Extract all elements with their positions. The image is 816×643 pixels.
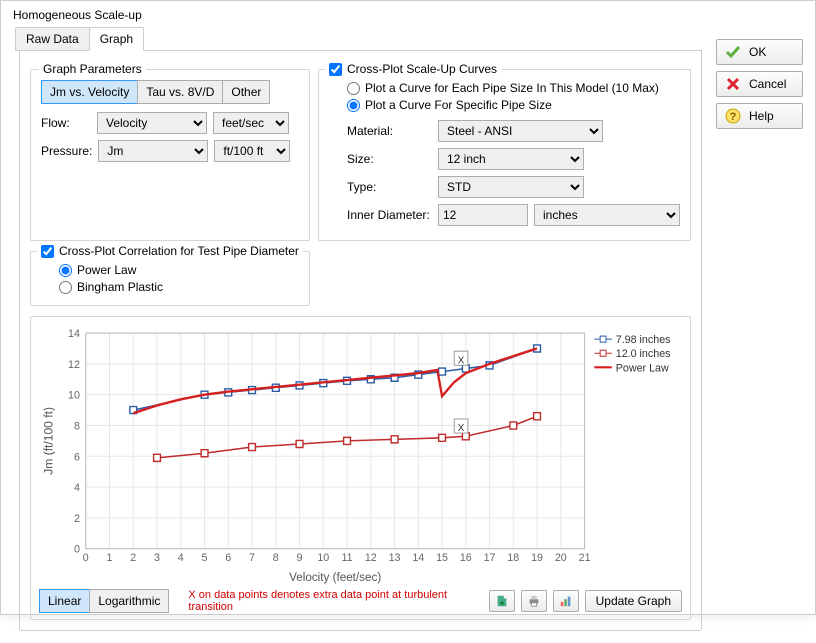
- svg-text:Power Law: Power Law: [616, 362, 669, 374]
- svg-text:?: ?: [730, 111, 737, 123]
- print-icon: [527, 594, 541, 608]
- svg-text:9: 9: [297, 552, 303, 564]
- plot-each-size-label: Plot a Curve for Each Pipe Size In This …: [365, 81, 659, 95]
- size-select[interactable]: 12 inch: [438, 148, 584, 170]
- scaleup-checkbox[interactable]: [329, 63, 342, 76]
- cancel-button[interactable]: Cancel: [716, 71, 803, 97]
- svg-text:0: 0: [74, 544, 80, 556]
- svg-text:18: 18: [507, 552, 519, 564]
- help-button[interactable]: ? Help: [716, 103, 803, 129]
- cancel-label: Cancel: [749, 77, 786, 91]
- chart: 0123456789101112131415161718192021024681…: [39, 325, 682, 585]
- tab-graph[interactable]: Graph: [89, 27, 144, 51]
- svg-text:10: 10: [317, 552, 329, 564]
- svg-text:0: 0: [83, 552, 89, 564]
- export-icon-button[interactable]: [489, 590, 515, 612]
- ok-label: OK: [749, 45, 766, 59]
- svg-text:10: 10: [68, 390, 80, 402]
- svg-text:16: 16: [460, 552, 472, 564]
- power-law-label: Power Law: [77, 263, 136, 277]
- export-icon: [495, 594, 509, 608]
- svg-text:11: 11: [341, 552, 352, 564]
- svg-text:1: 1: [107, 552, 113, 564]
- svg-text:12: 12: [365, 552, 377, 564]
- plot-each-size-radio[interactable]: [347, 82, 360, 95]
- help-icon: ?: [725, 108, 741, 124]
- svg-text:20: 20: [555, 552, 567, 564]
- svg-text:4: 4: [178, 552, 184, 564]
- plot-specific-size-label: Plot a Curve For Specific Pipe Size: [365, 98, 552, 112]
- svg-text:6: 6: [225, 552, 231, 564]
- pressure-unit-select[interactable]: ft/100 ft: [214, 140, 290, 162]
- svg-text:8: 8: [74, 420, 80, 432]
- type-label: Type:: [347, 180, 432, 194]
- svg-text:13: 13: [389, 552, 401, 564]
- type-select[interactable]: STD: [438, 176, 584, 198]
- chart-footnote: X on data points denotes extra data poin…: [188, 589, 482, 613]
- svg-text:14: 14: [412, 552, 424, 564]
- mode-tau-vs-8vd[interactable]: Tau vs. 8V/D: [137, 80, 223, 104]
- svg-text:6: 6: [74, 451, 80, 463]
- mode-jm-vs-velocity[interactable]: Jm vs. Velocity: [41, 80, 138, 104]
- crosscorr-checkbox[interactable]: [41, 245, 54, 258]
- bingham-plastic-radio[interactable]: [59, 281, 72, 294]
- svg-text:8: 8: [273, 552, 279, 564]
- svg-text:X: X: [458, 355, 465, 366]
- mode-other[interactable]: Other: [222, 80, 270, 104]
- svg-text:2: 2: [130, 552, 136, 564]
- power-law-radio[interactable]: [59, 264, 72, 277]
- crosscorr-label: Cross-Plot Correlation for Test Pipe Dia…: [59, 244, 299, 258]
- svg-text:7: 7: [249, 552, 255, 564]
- svg-text:5: 5: [202, 552, 208, 564]
- size-label: Size:: [347, 152, 432, 166]
- svg-text:14: 14: [68, 328, 80, 340]
- bingham-plastic-label: Bingham Plastic: [77, 280, 163, 294]
- material-select[interactable]: Steel - ANSI: [438, 120, 603, 142]
- chart-settings-icon: [559, 594, 573, 608]
- svg-text:19: 19: [531, 552, 543, 564]
- logarithmic-button[interactable]: Logarithmic: [89, 589, 169, 613]
- update-graph-button[interactable]: Update Graph: [585, 590, 682, 612]
- check-icon: [725, 44, 741, 60]
- svg-text:Velocity (feet/sec): Velocity (feet/sec): [289, 570, 381, 584]
- svg-text:15: 15: [436, 552, 448, 564]
- svg-text:12.0 inches: 12.0 inches: [616, 348, 671, 360]
- plot-specific-size-radio[interactable]: [347, 99, 360, 112]
- scaleup-label: Cross-Plot Scale-Up Curves: [347, 62, 497, 76]
- x-icon: [725, 76, 741, 92]
- graph-params-legend: Graph Parameters: [39, 62, 146, 76]
- flow-label: Flow:: [41, 116, 91, 130]
- flow-select[interactable]: Velocity: [97, 112, 207, 134]
- svg-text:X: X: [458, 423, 465, 434]
- pressure-select[interactable]: Jm: [98, 140, 208, 162]
- ok-button[interactable]: OK: [716, 39, 803, 65]
- svg-text:21: 21: [579, 552, 591, 564]
- svg-text:Jm (ft/100 ft): Jm (ft/100 ft): [42, 407, 56, 475]
- flow-unit-select[interactable]: feet/sec: [213, 112, 289, 134]
- inner-diameter-unit-select[interactable]: inches: [534, 204, 680, 226]
- svg-text:3: 3: [154, 552, 160, 564]
- material-label: Material:: [347, 124, 432, 138]
- svg-text:7.98 inches: 7.98 inches: [616, 334, 671, 346]
- svg-text:12: 12: [68, 359, 80, 371]
- window-title: Homogeneous Scale-up: [1, 1, 815, 27]
- chart-settings-icon-button[interactable]: [553, 590, 579, 612]
- svg-text:4: 4: [74, 482, 80, 494]
- svg-text:2: 2: [74, 513, 80, 525]
- linear-button[interactable]: Linear: [39, 589, 90, 613]
- print-icon-button[interactable]: [521, 590, 547, 612]
- svg-text:17: 17: [484, 552, 496, 564]
- help-label: Help: [749, 109, 774, 123]
- pressure-label: Pressure:: [41, 144, 92, 158]
- tab-raw-data[interactable]: Raw Data: [15, 27, 90, 50]
- inner-diameter-label: Inner Diameter:: [347, 208, 432, 222]
- inner-diameter-input[interactable]: [438, 204, 528, 226]
